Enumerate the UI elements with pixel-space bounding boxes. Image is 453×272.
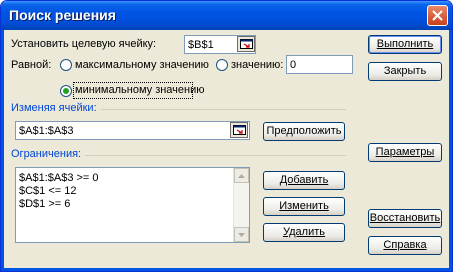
- constraints-scrollbar[interactable]: [233, 168, 249, 242]
- options-button-label: Параметры: [375, 146, 435, 158]
- list-item[interactable]: $C$1 <= 12: [19, 185, 77, 197]
- close-window-button[interactable]: [427, 5, 448, 26]
- target-cell-value: $B$1: [188, 39, 214, 51]
- arrow-down-icon: [238, 232, 245, 237]
- solver-dialog: Поиск решения Установить целевую ячейку:…: [0, 0, 453, 272]
- radio-value-label[interactable]: значению:: [231, 59, 283, 71]
- radio-value[interactable]: [216, 59, 228, 71]
- title-bar[interactable]: Поиск решения: [1, 1, 452, 30]
- change-constraint-button[interactable]: Изменить: [263, 197, 345, 216]
- collapse-dialog-icon: [232, 125, 246, 135]
- guess-button[interactable]: Предположить: [263, 122, 345, 141]
- close-button[interactable]: Закрыть: [368, 62, 442, 81]
- scroll-up-button[interactable]: [234, 168, 249, 183]
- window-title: Поиск решения: [9, 7, 116, 23]
- add-constraint-button[interactable]: Добавить: [263, 171, 345, 190]
- window-frame-right: [449, 30, 452, 271]
- radio-max[interactable]: [60, 59, 72, 71]
- equal-label: Равной:: [11, 59, 52, 71]
- window-frame-left: [1, 30, 4, 271]
- radio-min-label[interactable]: минимальному значению: [75, 84, 205, 96]
- scroll-down-button[interactable]: [234, 227, 249, 242]
- constraints-list[interactable]: $A$1:$A$3 >= 0 $C$1 <= 12 $D$1 >= 6: [15, 167, 250, 243]
- value-input[interactable]: 0: [286, 55, 353, 74]
- solve-button[interactable]: Выполнить: [368, 35, 442, 54]
- window-frame-bottom: [1, 268, 452, 271]
- reset-all-button[interactable]: Восстановить: [368, 209, 442, 228]
- value-input-text: 0: [290, 59, 297, 71]
- help-button-label: Справка: [383, 239, 427, 251]
- close-icon: [432, 10, 443, 21]
- change-button-label: Изменить: [279, 200, 329, 212]
- list-item[interactable]: $A$1:$A$3 >= 0: [19, 172, 99, 184]
- help-button[interactable]: Справка: [368, 236, 442, 255]
- changing-collapse-button[interactable]: [230, 122, 248, 138]
- add-button-label: Добавить: [279, 174, 329, 186]
- reset-button-label: Восстановить: [369, 212, 441, 224]
- delete-button-label: Удалить: [283, 226, 325, 238]
- list-item[interactable]: $D$1 >= 6: [19, 198, 70, 210]
- constraints-label: Ограничения:: [11, 148, 82, 160]
- radio-max-label[interactable]: максимальному значению: [75, 59, 209, 71]
- options-button[interactable]: Параметры: [368, 143, 442, 162]
- changing-group-line: [101, 109, 346, 110]
- arrow-up-icon: [238, 173, 245, 178]
- changing-cells-value: $A$1:$A$3: [19, 125, 74, 137]
- target-collapse-button[interactable]: [237, 36, 255, 52]
- target-cell-label: Установить целевую ячейку:: [11, 38, 157, 50]
- radio-min[interactable]: [60, 85, 72, 97]
- solve-button-label: Выполнить: [376, 38, 434, 50]
- constraints-group-line: [85, 155, 346, 156]
- changing-cells-input[interactable]: $A$1:$A$3: [15, 121, 250, 140]
- collapse-dialog-icon: [239, 39, 253, 49]
- delete-constraint-button[interactable]: Удалить: [263, 223, 345, 242]
- changing-cells-label: Изменяя ячейки:: [11, 102, 97, 114]
